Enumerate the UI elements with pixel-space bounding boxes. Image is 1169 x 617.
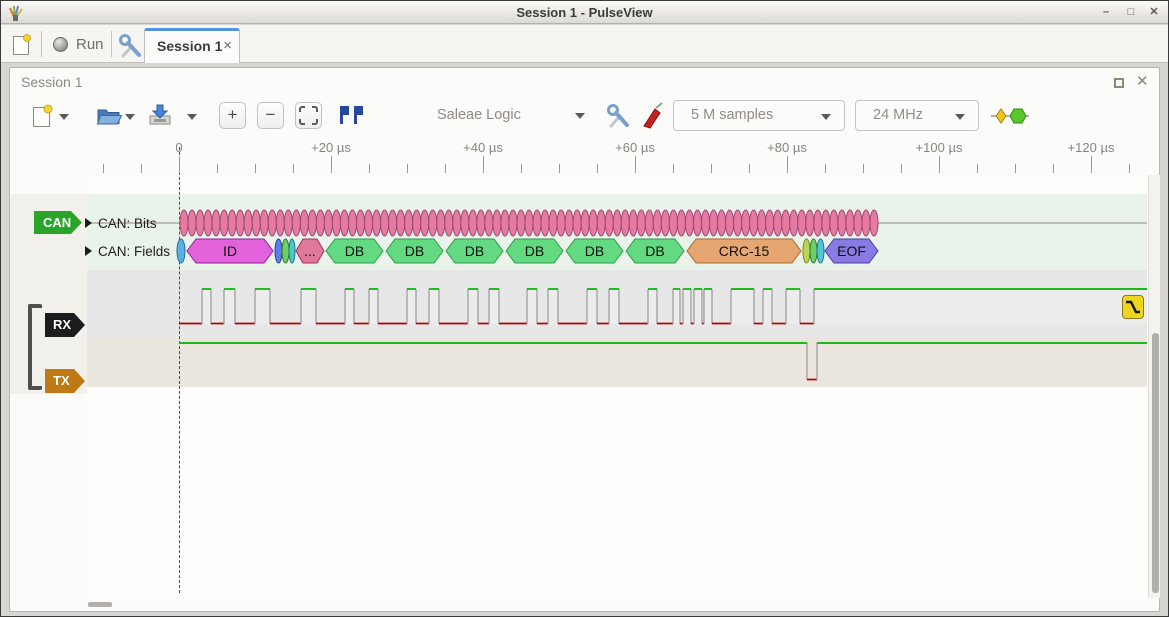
save-dropdown-caret[interactable]: [187, 114, 197, 120]
tab-session-1[interactable]: Session 1 ×: [144, 28, 240, 63]
tab-close-icon[interactable]: ×: [223, 37, 232, 54]
run-icon: [53, 37, 68, 52]
ruler-tick: [445, 164, 446, 173]
ruler-tick: [255, 164, 256, 173]
ruler-label: +100 µs: [916, 140, 963, 155]
tab-label: Session 1: [157, 38, 222, 54]
ruler-tick: [521, 164, 522, 173]
ruler-tick: [483, 156, 484, 173]
ruler-tick: [673, 164, 674, 173]
probe-icon[interactable]: [641, 102, 665, 129]
can-fields-row-label[interactable]: CAN: Fields: [98, 244, 170, 259]
device-selector[interactable]: Saleae Logic: [437, 107, 521, 123]
ruler-label: 0: [175, 140, 182, 155]
ruler-tick: [1129, 164, 1130, 173]
rx-row-background: [87, 270, 1147, 338]
zoom-in-button[interactable]: +: [219, 102, 246, 129]
can-fields-expander-icon[interactable]: [85, 246, 92, 256]
settings-tools-icon[interactable]: [117, 33, 143, 59]
channel-group-bracket: [28, 304, 42, 390]
ruler-tick: [217, 164, 218, 173]
titlebar: Session 1 - PulseView – □ ✕: [1, 1, 1168, 24]
sample-count-value: 5 M samples: [691, 107, 773, 123]
dock-restore-icon[interactable]: [1114, 78, 1124, 88]
maximize-icon[interactable]: □: [1122, 4, 1140, 21]
sample-rate-caret: [955, 114, 965, 120]
trigger-marker-line: [179, 147, 180, 593]
ruler-tick: [407, 164, 408, 173]
falling-edge-trigger-icon[interactable]: [1122, 295, 1144, 319]
ruler-tick: [293, 164, 294, 173]
close-icon[interactable]: ✕: [1145, 4, 1163, 21]
sample-rate-select[interactable]: 24 MHz: [855, 100, 979, 131]
minimize-icon[interactable]: –: [1097, 4, 1115, 21]
ruler-tick: [787, 156, 788, 173]
new-session-icon[interactable]: [11, 33, 31, 56]
dock-close-icon[interactable]: ✕: [1136, 72, 1149, 90]
run-label: Run: [76, 36, 104, 53]
device-config-tools-icon[interactable]: [605, 103, 631, 129]
ruler-tick: [369, 164, 370, 173]
ruler-tick: [635, 156, 636, 173]
ruler-tick: [103, 164, 104, 173]
ruler-label: +40 µs: [463, 140, 503, 155]
can-bits-row-label[interactable]: CAN: Bits: [98, 216, 157, 231]
toolbar-separator: [41, 31, 42, 57]
ruler-label: +20 µs: [311, 140, 351, 155]
ruler-tick: [1015, 164, 1016, 173]
ruler-tick: [597, 164, 598, 173]
ruler-tick: [141, 164, 142, 173]
main-toolbar: Run Session 1 ×: [1, 25, 1168, 63]
ruler-tick: [179, 156, 180, 173]
zoom-out-button[interactable]: −: [257, 102, 284, 129]
ruler-tick: [711, 164, 712, 173]
ruler-label: +120 µs: [1068, 140, 1115, 155]
sample-count-select[interactable]: 5 M samples: [673, 100, 845, 131]
ruler-tick: [559, 164, 560, 173]
ruler-tick: [825, 164, 826, 173]
add-decoder-icon[interactable]: [991, 107, 1029, 125]
ruler-tick: [1091, 156, 1092, 173]
ruler-tick: [977, 164, 978, 173]
open-dropdown-caret[interactable]: [125, 114, 135, 120]
run-button[interactable]: Run: [49, 32, 111, 58]
new-file-icon[interactable]: [31, 104, 53, 128]
ruler-tick: [331, 156, 332, 173]
sample-count-caret: [821, 114, 831, 120]
ruler-label: +60 µs: [615, 140, 655, 155]
zoom-fit-button[interactable]: [295, 102, 322, 129]
session-window-title: Session 1: [21, 74, 82, 90]
trigger-flags-icon[interactable]: [338, 105, 368, 125]
ruler-tick: [863, 164, 864, 173]
ruler-label: +80 µs: [767, 140, 807, 155]
pulseview-window: Session 1 - PulseView – □ ✕ Run Session …: [0, 0, 1169, 617]
vertical-scrollbar-thumb[interactable]: [1152, 333, 1159, 593]
ruler-tick: [1053, 164, 1054, 173]
ruler-tick: [939, 156, 940, 173]
ruler-tick: [901, 164, 902, 173]
sample-rate-value: 24 MHz: [873, 107, 923, 123]
horizontal-scrollbar-thumb[interactable]: [88, 602, 112, 607]
decoder-row-background: [87, 194, 1147, 270]
ruler-tick: [749, 164, 750, 173]
new-file-dropdown-caret[interactable]: [59, 114, 69, 120]
open-icon[interactable]: [96, 106, 123, 126]
can-bits-expander-icon[interactable]: [85, 218, 92, 228]
toolbar-separator: [111, 31, 112, 57]
tx-row-background: [87, 338, 1147, 387]
save-icon[interactable]: [147, 103, 173, 126]
window-title: Session 1 - PulseView: [1, 5, 1168, 20]
device-dropdown-caret[interactable]: [575, 113, 585, 119]
